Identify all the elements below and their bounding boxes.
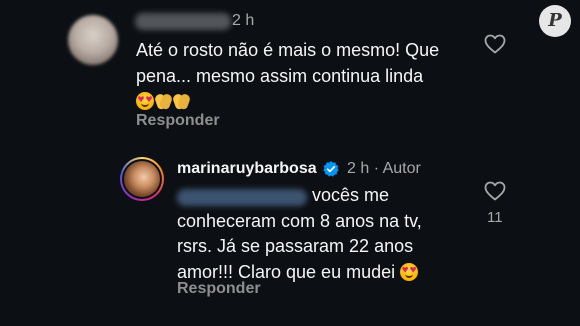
- comment-text-line: Até o rosto não é mais o mesmo! Que: [136, 40, 440, 60]
- clapping-hands-emoji-icon: [172, 92, 190, 110]
- author-avatar[interactable]: [120, 157, 164, 201]
- verified-badge-icon: [323, 161, 339, 177]
- like-count: 11: [487, 209, 503, 226]
- comment-text-line: rsrs. Já se passaram 22 anos: [177, 236, 414, 256]
- clapping-hands-emoji-icon: [154, 92, 172, 110]
- comment-text-line: pena... mesmo assim continua linda: [136, 65, 424, 86]
- comment-meta: 2 h · Autor: [347, 160, 421, 177]
- comment-text-line: conheceram com 8 anos na tv,: [177, 210, 422, 231]
- heart-eyes-emoji-icon: [136, 92, 154, 110]
- author-comment-text: vocês me conheceram com 8 anos na tv, rs…: [177, 183, 477, 285]
- author-username[interactable]: marinaruybarbosa: [177, 160, 317, 178]
- comment-time: 2 h: [232, 12, 255, 29]
- reply-button[interactable]: Responder: [177, 280, 261, 298]
- comment: 2 h Até o rosto não é mais o mesmo! Que …: [0, 0, 580, 140]
- heart-eyes-emoji-icon: [400, 262, 419, 281]
- emoji-row: [136, 89, 476, 115]
- username-redacted: [135, 13, 231, 30]
- comment-text-line: vocês me: [312, 185, 390, 205]
- reply-button[interactable]: Responder: [136, 112, 220, 130]
- heart-outline-icon[interactable]: [483, 32, 507, 56]
- avatar[interactable]: [68, 15, 118, 65]
- heart-outline-icon[interactable]: [483, 179, 507, 203]
- comment-text: Até o rosto não é mais o mesmo! Que pena…: [136, 38, 476, 115]
